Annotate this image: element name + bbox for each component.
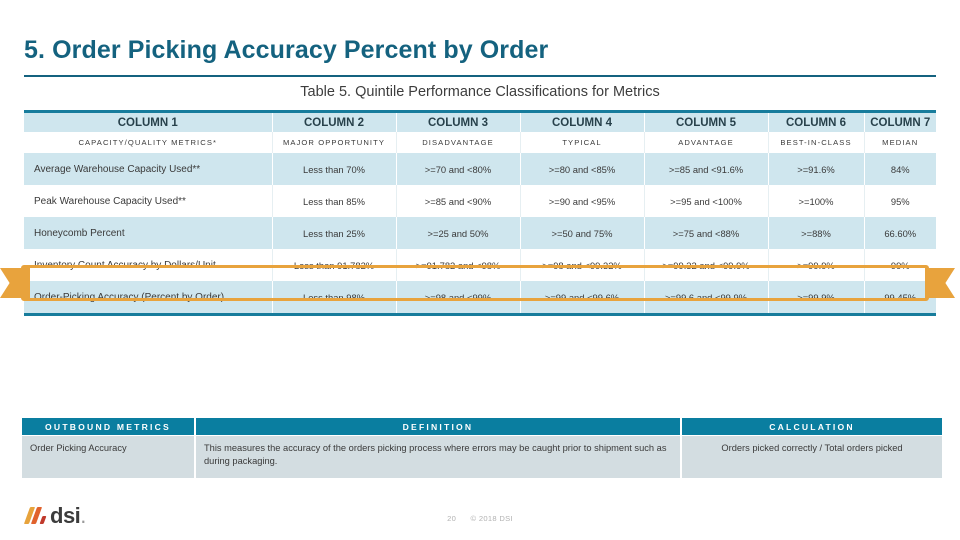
subheader-best-in-class: BEST-IN-CLASS: [768, 132, 865, 153]
header-column-5: COLUMN 5: [644, 113, 769, 132]
table-bottom-rule-cell: [24, 313, 936, 316]
definition-metric-name: Order Picking Accuracy: [22, 436, 194, 478]
definition-calculation: Orders picked correctly / Total orders p…: [682, 436, 942, 478]
row-cell-col4: >=90 and <95%: [520, 185, 645, 217]
subheader-capacity-quality-metrics: CAPACITY/QUALITY METRICS*: [24, 132, 273, 153]
header-outbound-metrics: OUTBOUND METRICS: [22, 418, 194, 435]
footer-meta: 20 © 2018 DSI: [0, 514, 960, 523]
row-cell-col2: Less than 98%: [272, 281, 397, 313]
header-column-7: COLUMN 7: [864, 113, 936, 132]
header-column-3: COLUMN 3: [396, 113, 521, 132]
row-cell-col3: >=25 and 50%: [396, 217, 521, 249]
row-cell-col3: >=91.782 and <98%: [396, 249, 521, 281]
row-cell-col6: >=88%: [768, 217, 865, 249]
row-cell-col5: >=85 and <91.6%: [644, 153, 769, 185]
row-metric-name: Inventory Count Accuracy by Dollars/Unit: [24, 249, 273, 281]
quintile-table: COLUMN 1 COLUMN 2 COLUMN 3 COLUMN 4 COLU…: [24, 110, 936, 316]
subheader-major-opportunity: MAJOR OPPORTUNITY: [272, 132, 397, 153]
subheader-median: MEDIAN: [864, 132, 936, 153]
row-cell-col4: >=98 and <99.32%: [520, 249, 645, 281]
row-cell-col3: >=85 and <90%: [396, 185, 521, 217]
table-row-highlighted: Order-Picking Accuracy (Percent by Order…: [24, 281, 936, 313]
quintile-header-row: COLUMN 1 COLUMN 2 COLUMN 3 COLUMN 4 COLU…: [24, 113, 936, 132]
row-cell-col5: >=75 and <88%: [644, 217, 769, 249]
table-row: Inventory Count Accuracy by Dollars/Unit…: [24, 249, 936, 281]
header-column-1: COLUMN 1: [24, 113, 273, 132]
table-row: Honeycomb Percent Less than 25% >=25 and…: [24, 217, 936, 249]
row-cell-col6: >=100%: [768, 185, 865, 217]
row-cell-col2: Less than 91.782%: [272, 249, 397, 281]
row-cell-col2: Less than 70%: [272, 153, 397, 185]
subheader-advantage: ADVANTAGE: [644, 132, 769, 153]
definition-table: OUTBOUND METRICS DEFINITION CALCULATION …: [20, 417, 944, 479]
row-metric-name: Order-Picking Accuracy (Percent by Order…: [24, 281, 273, 313]
row-cell-col2: Less than 25%: [272, 217, 397, 249]
definition-text: This measures the accuracy of the orders…: [196, 436, 680, 478]
table-row: Peak Warehouse Capacity Used** Less than…: [24, 185, 936, 217]
page-title: 5. Order Picking Accuracy Percent by Ord…: [24, 36, 549, 64]
definition-header-row: OUTBOUND METRICS DEFINITION CALCULATION: [22, 418, 942, 435]
row-metric-name: Honeycomb Percent: [24, 217, 273, 249]
quintile-subheader-row: CAPACITY/QUALITY METRICS* MAJOR OPPORTUN…: [24, 132, 936, 153]
subheader-typical: TYPICAL: [520, 132, 645, 153]
header-column-6: COLUMN 6: [768, 113, 865, 132]
title-divider: [24, 75, 936, 77]
header-column-2: COLUMN 2: [272, 113, 397, 132]
row-metric-name: Average Warehouse Capacity Used**: [24, 153, 273, 185]
definition-table-container: OUTBOUND METRICS DEFINITION CALCULATION …: [20, 417, 942, 479]
row-cell-col4: >=80 and <85%: [520, 153, 645, 185]
row-cell-col6: >=91.6%: [768, 153, 865, 185]
row-cell-col5: >=95 and <100%: [644, 185, 769, 217]
row-cell-col4: >=99 and <99.6%: [520, 281, 645, 313]
row-cell-col7: 84%: [864, 153, 936, 185]
row-cell-col3: >=70 and <80%: [396, 153, 521, 185]
ribbon-tail-right-icon: [925, 268, 955, 298]
row-cell-col5: >=99.6 and <99.9%: [644, 281, 769, 313]
row-cell-col4: >=50 and 75%: [520, 217, 645, 249]
header-definition: DEFINITION: [196, 418, 680, 435]
page-number: 20: [447, 514, 457, 523]
row-cell-col7: 95%: [864, 185, 936, 217]
table-caption: Table 5. Quintile Performance Classifica…: [300, 84, 660, 100]
table-bottom-rule: [24, 313, 936, 316]
copyright-notice: © 2018 DSI: [470, 514, 513, 523]
row-cell-col7: 66.60%: [864, 217, 936, 249]
row-metric-name: Peak Warehouse Capacity Used**: [24, 185, 273, 217]
quintile-table-container: COLUMN 1 COLUMN 2 COLUMN 3 COLUMN 4 COLU…: [24, 110, 936, 316]
row-cell-col2: Less than 85%: [272, 185, 397, 217]
row-cell-col6: >=99.9%: [768, 249, 865, 281]
ribbon-tail-left-icon: [0, 268, 30, 298]
header-calculation: CALCULATION: [682, 418, 942, 435]
row-cell-col5: >=99.32 and <99.9%: [644, 249, 769, 281]
table-row: Average Warehouse Capacity Used** Less t…: [24, 153, 936, 185]
row-cell-col6: >=99.9%: [768, 281, 865, 313]
subheader-disadvantage: DISADVANTAGE: [396, 132, 521, 153]
header-column-4: COLUMN 4: [520, 113, 645, 132]
row-cell-col3: >=98 and <99%: [396, 281, 521, 313]
definition-row: Order Picking Accuracy This measures the…: [22, 436, 942, 478]
